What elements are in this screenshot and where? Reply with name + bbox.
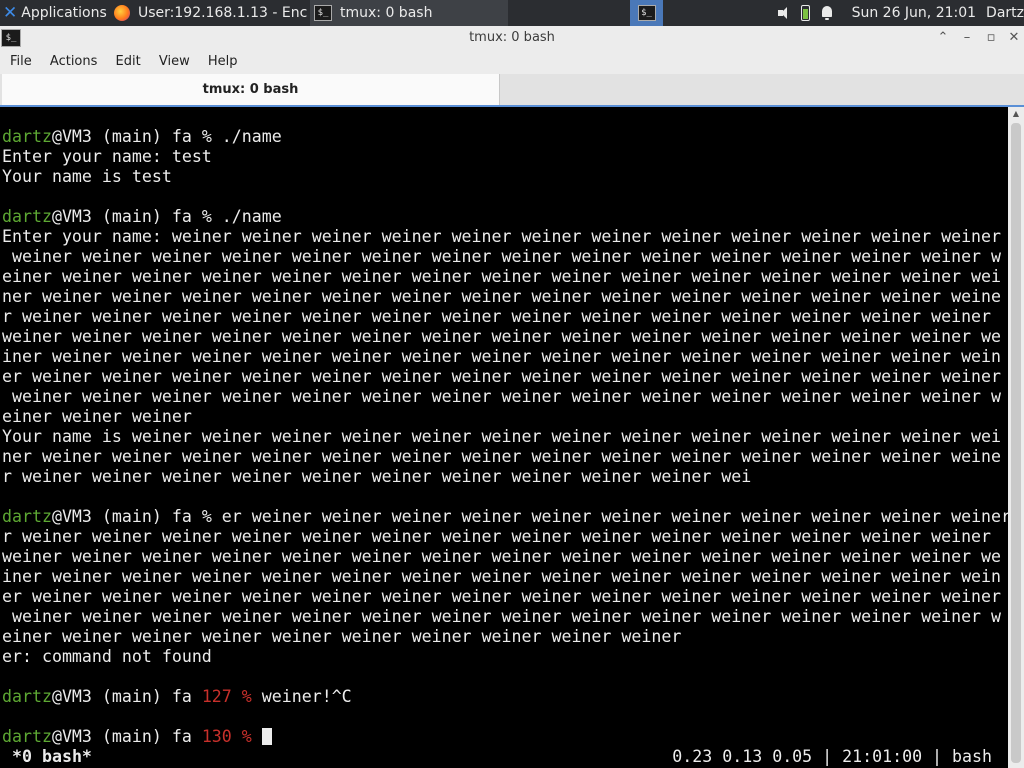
menu-view[interactable]: View	[152, 50, 197, 74]
terminal-area[interactable]: dartz@VM3 (main) fa % ./name Enter your …	[0, 107, 1008, 768]
terminal-scrollbar[interactable]: ▲	[1008, 107, 1024, 768]
terminal-line: einer weiner weiner weiner weiner weiner…	[2, 627, 682, 646]
menu-edit[interactable]: Edit	[109, 50, 148, 74]
menu-file[interactable]: File	[0, 50, 39, 74]
terminal-line: ner weiner weiner weiner weiner weiner w…	[2, 447, 1002, 466]
terminal-line: weiner weiner weiner weiner weiner weine…	[2, 547, 1002, 566]
tab-tmux-bash[interactable]: tmux: 0 bash	[2, 74, 500, 105]
terminal-line: einer weiner weiner	[2, 407, 192, 426]
menu-actions[interactable]: Actions	[43, 50, 105, 74]
terminal-line: er weiner weiner weiner weiner weiner we…	[2, 587, 1002, 606]
task-firefox[interactable]: User:192.168.1.13 - Enc...	[110, 0, 308, 26]
applications-label: Applications	[21, 5, 107, 21]
user-name[interactable]: Dartz	[986, 5, 1024, 21]
speaker-icon[interactable]	[778, 6, 791, 20]
prompt: dartz@VM3 (main) fa % ./name	[2, 127, 282, 146]
prompt: dartz@VM3 (main) fa % er weiner weiner w…	[2, 507, 1008, 526]
task-label: User:192.168.1.13 - Enc...	[138, 5, 308, 21]
terminal-line: Your name is test	[2, 167, 172, 186]
terminal-line: iner weiner weiner weiner weiner weiner …	[2, 567, 1002, 586]
scrollbar-thumb[interactable]	[1011, 123, 1021, 763]
notification-bell-icon[interactable]	[820, 6, 832, 20]
terminal-line: er: command not found	[2, 647, 212, 666]
system-tray: Sun 26 Jun, 21:01 Dartz	[778, 0, 1024, 26]
terminal-line: weiner weiner weiner weiner weiner weine…	[2, 387, 1002, 406]
tmux-status-bar: *0 bash* 0.23 0.13 0.05 | 21:01:00 | bas…	[0, 747, 1008, 768]
terminal-icon: $_	[314, 5, 332, 21]
terminal-line: r weiner weiner weiner weiner weiner wei…	[2, 307, 992, 326]
terminal-line: r weiner weiner weiner weiner weiner wei…	[2, 467, 752, 486]
scroll-up-arrow-icon[interactable]: ▲	[1008, 107, 1024, 121]
terminal-icon: $_	[637, 5, 656, 21]
window-title: tmux: 0 bash	[469, 30, 555, 45]
terminal-line: r weiner weiner weiner weiner weiner wei…	[2, 527, 992, 546]
maximize-icon[interactable]: ▫	[980, 26, 1002, 50]
tab-bar: tmux: 0 bash	[0, 74, 1024, 107]
terminal-line: weiner weiner weiner weiner weiner weine…	[2, 247, 1002, 266]
tmux-window-list[interactable]: *0 bash*	[12, 747, 92, 767]
terminal-line: weiner weiner weiner weiner weiner weine…	[2, 327, 1002, 346]
window-up-arrow-icon[interactable]: ⌃	[932, 26, 954, 50]
top-panel: ✕ Applications User:192.168.1.13 - Enc..…	[0, 0, 1024, 26]
battery-icon[interactable]	[801, 5, 810, 21]
xfce-icon: ✕	[3, 3, 18, 23]
terminal-line: weiner weiner weiner weiner weiner weine…	[2, 607, 1002, 626]
task-terminal[interactable]: $_ tmux: 0 bash	[310, 0, 508, 26]
prompt: dartz@VM3 (main) fa 127 % weiner!^C	[2, 687, 352, 706]
terminal-cursor	[261, 728, 272, 745]
terminal-line: Enter your name: weiner weiner weiner we…	[2, 227, 1002, 246]
terminal-line: er weiner weiner weiner weiner weiner we…	[2, 367, 1002, 386]
terminal-output: dartz@VM3 (main) fa % ./name Enter your …	[2, 127, 1008, 747]
terminal-line: Enter your name: test	[2, 147, 212, 166]
close-icon[interactable]: ✕	[1003, 26, 1024, 50]
clock[interactable]: Sun 26 Jun, 21:01	[852, 5, 976, 21]
workspace-switcher[interactable]: $_	[630, 0, 663, 26]
terminal-line: ner weiner weiner weiner weiner weiner w…	[2, 287, 1002, 306]
task-label: tmux: 0 bash	[340, 5, 433, 21]
tmux-status-right: 0.23 0.13 0.05 | 21:01:00 | bash	[672, 747, 992, 766]
window-titlebar[interactable]: $_ tmux: 0 bash ⌃ – ▫ ✕	[0, 26, 1024, 51]
terminal-line: einer weiner weiner weiner weiner weiner…	[2, 267, 1002, 286]
prompt: dartz@VM3 (main) fa % ./name	[2, 207, 282, 226]
menubar: File Actions Edit View Help	[0, 50, 1024, 74]
firefox-icon	[114, 5, 130, 21]
terminal-line: Your name is weiner weiner weiner weiner…	[2, 427, 1002, 446]
terminal-line: iner weiner weiner weiner weiner weiner …	[2, 347, 1002, 366]
prompt: dartz@VM3 (main) fa 130 %	[2, 727, 272, 746]
menu-help[interactable]: Help	[201, 50, 245, 74]
minimize-icon[interactable]: –	[956, 26, 978, 50]
applications-menu-button[interactable]: ✕ Applications	[0, 0, 110, 26]
